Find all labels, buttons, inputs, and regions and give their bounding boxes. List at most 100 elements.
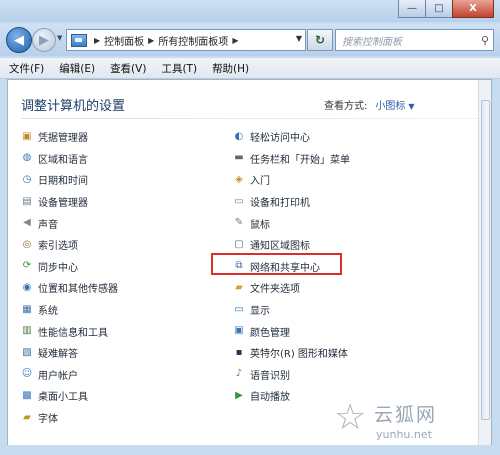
control-panel-item-label[interactable]: 同步中心 bbox=[38, 259, 78, 274]
breadcrumb-control-panel[interactable]: 控制面板 bbox=[104, 33, 144, 48]
control-panel-item-label[interactable]: 语音识别 bbox=[250, 367, 290, 382]
menu-bar: 文件(F) 编辑(E) 查看(V) 工具(T) 帮助(H) bbox=[0, 58, 500, 79]
address-bar[interactable]: ▶ 控制面板 ▶ 所有控制面板项 ▶ ▼ bbox=[66, 29, 306, 51]
close-button[interactable]: X bbox=[452, 0, 494, 18]
control-panel-item[interactable]: ◀ 声音 bbox=[20, 212, 118, 234]
view-by: 查看方式: 小图标 ▼ bbox=[324, 97, 415, 112]
breadcrumb-separator[interactable]: ▶ bbox=[232, 36, 238, 45]
view-by-label: 查看方式: bbox=[324, 101, 368, 112]
control-panel-item[interactable]: ◈ 入门 bbox=[232, 169, 350, 191]
control-panel-item-label[interactable]: 凭据管理器 bbox=[38, 129, 88, 144]
control-panel-item[interactable]: ◎ 索引选项 bbox=[20, 234, 118, 256]
control-panel-item[interactable]: ♪ 语音识别 bbox=[232, 364, 350, 386]
main-content: 调整计算机的设置 查看方式: 小图标 ▼ ▣ 凭据管理器 ◍ 区域和语言 ◷ 日期和时间 ▤ 设备… bbox=[7, 79, 492, 447]
control-panel-item-label[interactable]: 设备和打印机 bbox=[250, 194, 310, 209]
control-panel-item[interactable]: ◷ 日期和时间 bbox=[20, 169, 118, 191]
watermark-url: yunhu.net bbox=[376, 428, 432, 441]
chevron-down-icon[interactable]: ▼ bbox=[408, 102, 414, 111]
menu-edit[interactable]: 编辑(E) bbox=[59, 61, 95, 76]
control-panel-item-label[interactable]: 轻松访问中心 bbox=[250, 129, 310, 144]
control-panel-item-label[interactable]: 鼠标 bbox=[250, 216, 270, 231]
minimize-button[interactable]: — bbox=[398, 0, 425, 18]
display-icon: ▭ bbox=[234, 303, 244, 315]
control-panel-item[interactable]: ▰ 文件夹选项 bbox=[232, 277, 350, 299]
menu-view[interactable]: 查看(V) bbox=[110, 61, 146, 76]
ease-of-access-icon: ◐ bbox=[234, 130, 244, 142]
breadcrumb-separator[interactable]: ▶ bbox=[94, 36, 100, 45]
control-panel-item-label[interactable]: 性能信息和工具 bbox=[38, 324, 108, 339]
clock-icon: ◷ bbox=[22, 173, 32, 185]
watermark-title: 云狐网 bbox=[374, 404, 438, 426]
intel-graphics-icon: ▪ bbox=[235, 346, 243, 358]
getting-started-icon: ◈ bbox=[235, 173, 243, 185]
control-panel-item-label[interactable]: 索引选项 bbox=[38, 237, 78, 252]
control-panel-item[interactable]: ▤ 设备管理器 bbox=[20, 191, 118, 213]
menu-tools[interactable]: 工具(T) bbox=[161, 61, 197, 76]
index-icon: ◎ bbox=[22, 238, 32, 250]
control-panel-item-label[interactable]: 字体 bbox=[38, 410, 58, 425]
view-by-dropdown[interactable]: 小图标 bbox=[375, 101, 405, 112]
control-panel-item-label[interactable]: 文件夹选项 bbox=[250, 280, 300, 295]
back-button[interactable]: ◀ bbox=[6, 27, 32, 53]
troubleshoot-icon: ▧ bbox=[22, 346, 32, 358]
control-panel-item-label[interactable]: 疑难解答 bbox=[38, 345, 78, 360]
forward-button[interactable]: ▶ bbox=[32, 28, 56, 52]
control-panel-item-label[interactable]: 系统 bbox=[38, 302, 58, 317]
system-icon: ▦ bbox=[22, 303, 32, 315]
control-panel-item-label[interactable]: 位置和其他传感器 bbox=[38, 280, 118, 295]
magnifier-icon[interactable]: ⚲ bbox=[477, 34, 493, 47]
control-panel-item[interactable]: ▬ 任务栏和「开始」菜单 bbox=[232, 148, 350, 170]
control-panel-item-label[interactable]: 桌面小工具 bbox=[38, 388, 88, 403]
control-panel-item[interactable]: ▩ 桌面小工具 bbox=[20, 385, 118, 407]
recent-pages-dropdown[interactable]: ▼ bbox=[57, 34, 62, 42]
maximize-button[interactable]: □ bbox=[425, 0, 452, 18]
control-panel-item-label[interactable]: 自动播放 bbox=[250, 388, 290, 403]
control-panel-item-label[interactable]: 用户帐户 bbox=[38, 367, 78, 382]
breadcrumb-separator[interactable]: ▶ bbox=[148, 36, 154, 45]
refresh-button[interactable]: ↻ bbox=[307, 29, 333, 51]
control-panel-item[interactable]: ▣ 颜色管理 bbox=[232, 320, 350, 342]
control-panel-item[interactable]: ▧ 疑难解答 bbox=[20, 342, 118, 364]
control-panel-item[interactable]: ✎ 鼠标 bbox=[232, 212, 350, 234]
device-manager-icon: ▤ bbox=[22, 195, 32, 207]
scrollbar-thumb[interactable] bbox=[481, 100, 490, 420]
microphone-icon: ♪ bbox=[235, 368, 243, 380]
control-panel-item[interactable]: ▭ 显示 bbox=[232, 299, 350, 321]
control-panel-item-label[interactable]: 颜色管理 bbox=[250, 324, 290, 339]
control-panel-item-label[interactable]: 入门 bbox=[250, 172, 270, 187]
control-panel-item[interactable]: ☺ 用户帐户 bbox=[20, 364, 118, 386]
user-accounts-icon: ☺ bbox=[21, 368, 33, 380]
control-panel-item[interactable]: ▦ 系统 bbox=[20, 299, 118, 321]
control-panel-item[interactable]: ▰ 字体 bbox=[20, 407, 118, 429]
vertical-scrollbar[interactable] bbox=[478, 80, 491, 446]
control-panel-item[interactable]: ⟳ 同步中心 bbox=[20, 256, 118, 278]
control-panel-item-label[interactable]: 显示 bbox=[250, 302, 270, 317]
control-panel-item-label[interactable]: 声音 bbox=[38, 216, 58, 231]
notification-icon: ▢ bbox=[234, 238, 244, 250]
address-dropdown[interactable]: ▼ bbox=[296, 34, 302, 43]
menu-help[interactable]: 帮助(H) bbox=[212, 61, 249, 76]
menu-file[interactable]: 文件(F) bbox=[9, 61, 44, 76]
highlight-box bbox=[211, 253, 342, 275]
control-panel-item-label[interactable]: 设备管理器 bbox=[38, 194, 88, 209]
control-panel-item-label[interactable]: 英特尔(R) 图形和媒体 bbox=[250, 345, 348, 360]
breadcrumb-all-items[interactable]: 所有控制面板项 bbox=[158, 33, 228, 48]
control-panel-item[interactable]: ◐ 轻松访问中心 bbox=[232, 126, 350, 148]
window-controls: — □ X bbox=[398, 0, 494, 18]
search-box[interactable]: 搜索控制面板 ⚲ bbox=[335, 29, 494, 51]
control-panel-item[interactable]: ◍ 区域和语言 bbox=[20, 148, 118, 170]
control-panel-item-label[interactable]: 通知区域图标 bbox=[250, 237, 310, 252]
control-panel-item-label[interactable]: 区域和语言 bbox=[38, 151, 88, 166]
watermark: ☆ 云狐网 yunhu.net bbox=[330, 398, 495, 450]
control-panel-item[interactable]: ◉ 位置和其他传感器 bbox=[20, 277, 118, 299]
control-panel-item[interactable]: ▥ 性能信息和工具 bbox=[20, 320, 118, 342]
refresh-icon: ↻ bbox=[314, 33, 326, 47]
control-panel-item-label[interactable]: 日期和时间 bbox=[38, 172, 88, 187]
gadgets-icon: ▩ bbox=[22, 389, 32, 401]
control-panel-item-label[interactable]: 任务栏和「开始」菜单 bbox=[250, 151, 350, 166]
control-panel-item[interactable]: ▭ 设备和打印机 bbox=[232, 191, 350, 213]
search-input[interactable]: 搜索控制面板 bbox=[342, 33, 477, 48]
control-panel-item[interactable]: ▣ 凭据管理器 bbox=[20, 126, 118, 148]
globe-icon: ◍ bbox=[22, 152, 32, 164]
control-panel-item[interactable]: ▪ 英特尔(R) 图形和媒体 bbox=[232, 342, 350, 364]
